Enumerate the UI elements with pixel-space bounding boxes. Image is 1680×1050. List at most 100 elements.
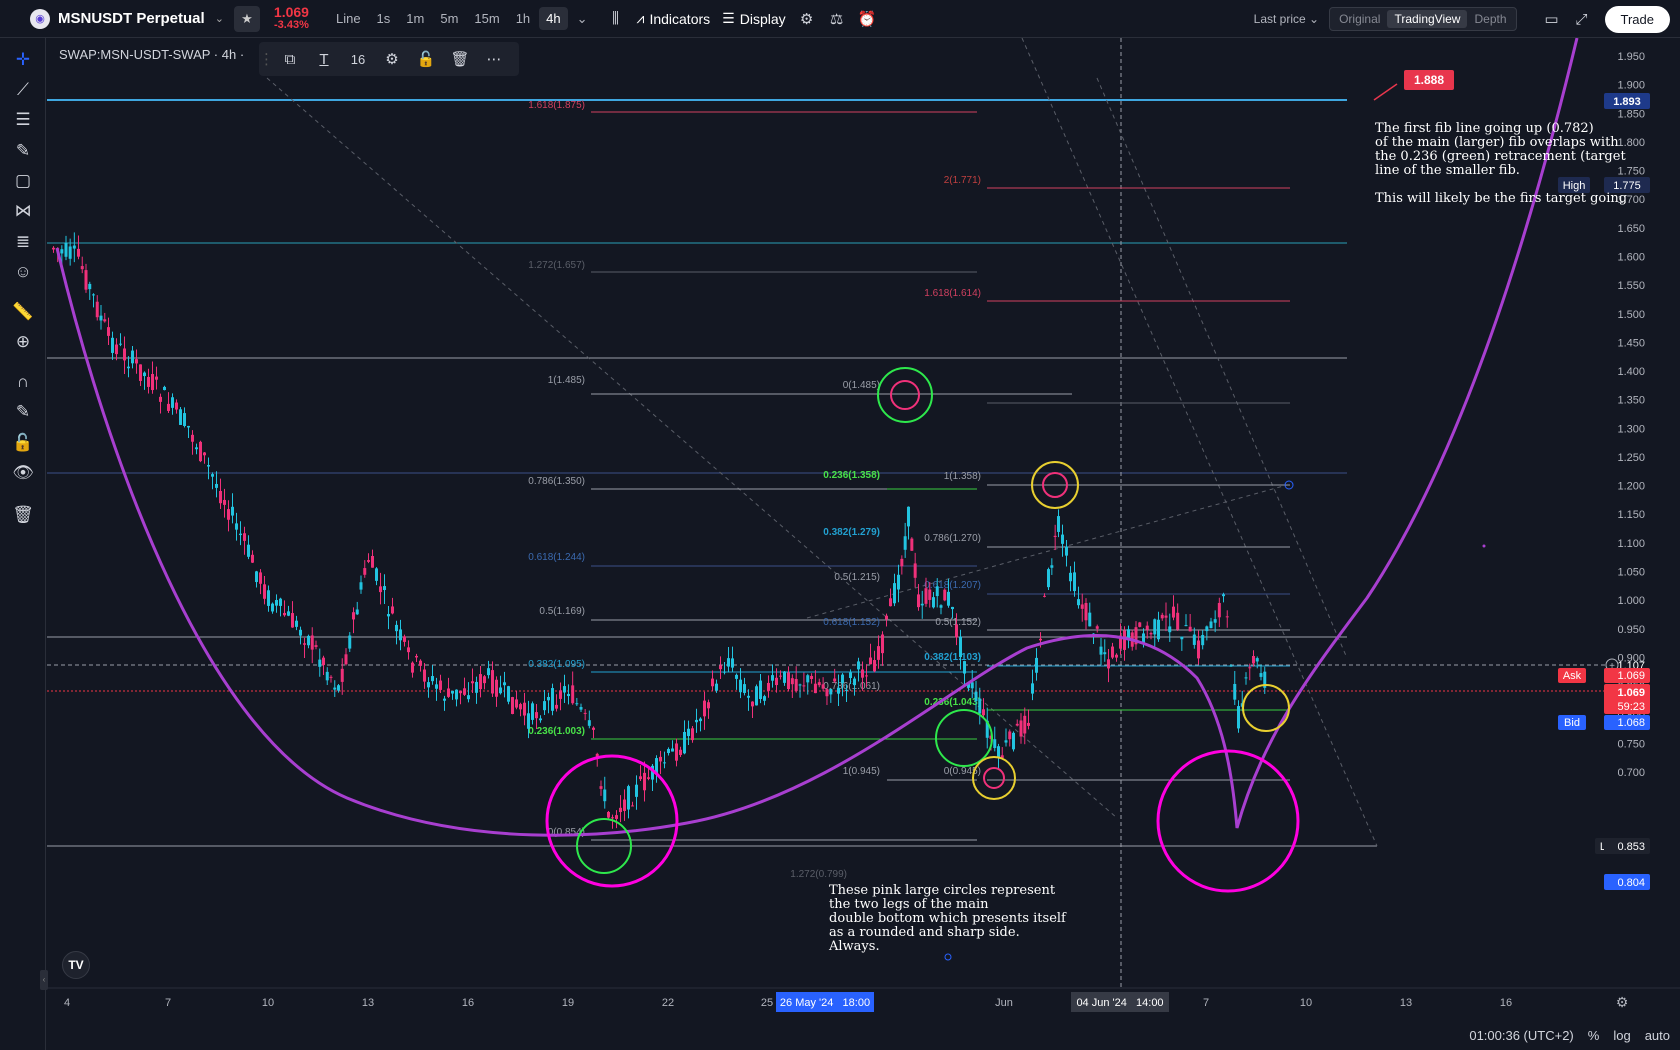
ruler-icon[interactable]: 📏: [11, 300, 35, 324]
fib-mid-label-0382: 0.382(1.279): [823, 527, 880, 538]
candle-body: [1172, 606, 1175, 618]
candle-body: [1057, 516, 1060, 532]
timeframe-dropdown-icon[interactable]: ⌄: [570, 7, 595, 31]
text-note-icon[interactable]: ▢: [11, 169, 35, 193]
more-options-icon[interactable]: ⋯: [477, 50, 511, 68]
chevron-down-icon[interactable]: ⌄: [215, 12, 224, 25]
candle-body: [663, 762, 666, 764]
time-tick-label: 10: [1300, 997, 1312, 1009]
tradingview-logo-icon[interactable]: TV: [62, 951, 90, 979]
green-circle-top[interactable]: [877, 367, 933, 423]
timeframe-1s[interactable]: 1s: [370, 7, 398, 30]
note-anchor-handle[interactable]: [944, 953, 952, 961]
price-tick-label: 1.100: [1617, 538, 1645, 550]
pattern-icon[interactable]: ⋈: [11, 199, 35, 223]
time-tick-label: 16: [462, 997, 474, 1009]
candle-body: [103, 319, 107, 322]
alert-icon[interactable]: ⏰: [858, 10, 877, 28]
fib-big[interactable]: 1.618(1.875) 1.272(1.657) 1(1.485) 0.786…: [528, 100, 1072, 880]
fib-retracement-icon[interactable]: ☰: [11, 108, 35, 132]
zoom-in-icon[interactable]: ⊕: [11, 330, 35, 354]
trash-icon[interactable]: 🗑: [11, 503, 35, 527]
view-original[interactable]: Original: [1332, 10, 1387, 28]
magnet-icon[interactable]: ∩: [11, 370, 35, 394]
view-depth[interactable]: Depth: [1467, 10, 1513, 28]
auto-toggle[interactable]: auto: [1645, 1028, 1670, 1043]
dashed-diagonal-4[interactable]: [806, 484, 1288, 619]
candle-body: [1222, 594, 1225, 597]
compare-scale-icon[interactable]: ⚖: [828, 10, 846, 28]
yellow-circle-right[interactable]: [1242, 684, 1290, 732]
dashed-diagonal-1[interactable]: [266, 77, 1118, 819]
timeframe-1m[interactable]: 1m: [399, 7, 431, 30]
rounded-bottom-curve[interactable]: [55, 38, 1579, 837]
candle-body: [603, 789, 607, 802]
dashed-diagonal-2[interactable]: [1021, 38, 1378, 847]
view-tradingview[interactable]: TradingView: [1387, 10, 1468, 28]
candle-body: [1069, 572, 1072, 582]
timeframe-1h[interactable]: 1h: [509, 7, 537, 30]
lock-drawing-icon[interactable]: ✎: [11, 400, 35, 424]
log-toggle[interactable]: log: [1613, 1028, 1630, 1043]
symbol-name[interactable]: MSNUSDT Perpetual: [58, 10, 205, 27]
chart-type-line[interactable]: Line: [329, 7, 368, 30]
price-tick-label: 1.850: [1617, 108, 1645, 120]
timeframe-4h[interactable]: 4h: [539, 7, 568, 30]
candle-body: [932, 597, 935, 608]
drag-handle-icon[interactable]: ⋮: [259, 50, 274, 68]
price-source-select[interactable]: Last price ⌄: [1254, 12, 1319, 26]
drawing-settings-icon[interactable]: ⚙: [375, 50, 409, 68]
lock-icon[interactable]: 🔓: [11, 431, 35, 455]
trend-line-icon[interactable]: ⟋: [11, 78, 35, 102]
candle-body: [1077, 599, 1080, 606]
candle-body: [127, 366, 130, 369]
pink-circle-small-top[interactable]: [890, 380, 920, 410]
note-top-right[interactable]: The first fib line going up (0.782) of t…: [1375, 122, 1627, 206]
candle-type-icon[interactable]: ⫼: [607, 10, 625, 27]
forecast-icon[interactable]: ≣: [11, 230, 35, 254]
candle-body: [869, 657, 872, 665]
candle-body: [419, 660, 422, 666]
emoji-icon[interactable]: ☺: [11, 260, 35, 284]
template-icon[interactable]: ⧉: [273, 51, 307, 68]
font-size-value[interactable]: 16: [341, 52, 375, 67]
brush-icon[interactable]: ✎: [11, 139, 35, 163]
settings-gear-icon[interactable]: ⚙: [798, 10, 816, 28]
percent-toggle[interactable]: %: [1588, 1028, 1600, 1043]
collapse-toolbar-chevron-icon[interactable]: ‹: [40, 970, 48, 990]
price-tick-label: 1.000: [1617, 595, 1645, 607]
window-icon[interactable]: ▭: [1543, 10, 1561, 28]
yellow-circle-bottom[interactable]: [972, 756, 1016, 800]
time-axis-settings-icon[interactable]: ⚙: [1616, 994, 1629, 1010]
fullscreen-icon[interactable]: ⤢: [1573, 11, 1591, 28]
candle-body: [997, 746, 1000, 758]
bottom-status-bar: 01:00:36 (UTC+2) % log auto: [1469, 1028, 1670, 1043]
blue-level-text: 0.804: [1617, 877, 1645, 889]
indicators-button[interactable]: ⩘ Indicators: [637, 10, 711, 27]
drawing-lock-icon[interactable]: 🔓: [409, 50, 443, 68]
dashed-diagonal-3[interactable]: [1096, 77, 1348, 659]
crosshair-icon[interactable]: ✛: [11, 48, 35, 72]
display-button[interactable]: ☰ Display: [722, 10, 785, 27]
eye-icon[interactable]: 👁: [11, 461, 35, 485]
trade-button[interactable]: Trade: [1604, 5, 1670, 33]
note-bottom[interactable]: These pink large circles represent the t…: [829, 884, 1066, 954]
candle-body: [619, 807, 622, 813]
candle-body: [275, 600, 278, 606]
candle-body: [159, 396, 162, 402]
star-icon[interactable]: ★: [233, 5, 260, 32]
green-circle-mid[interactable]: [935, 709, 993, 767]
pink-circle-small-bottom[interactable]: [983, 767, 1005, 789]
callout-pointer: [1373, 83, 1398, 101]
timeframe-5m[interactable]: 5m: [433, 7, 465, 30]
text-color-icon[interactable]: T: [307, 51, 341, 68]
clock-text[interactable]: 01:00:36 (UTC+2): [1469, 1028, 1573, 1043]
drawing-trash-icon[interactable]: 🗑: [443, 50, 477, 68]
pink-circle-right[interactable]: [1156, 749, 1300, 893]
candle-body: [68, 246, 72, 259]
ask-value-text: 1.069: [1617, 670, 1645, 682]
candle-body: [833, 678, 837, 682]
fib-small-label-0382: 0.382(1.103): [924, 652, 981, 663]
chart-legend[interactable]: SWAP:MSN-USDT-SWAP · 4h ·: [59, 47, 244, 62]
timeframe-15m[interactable]: 15m: [467, 7, 506, 30]
